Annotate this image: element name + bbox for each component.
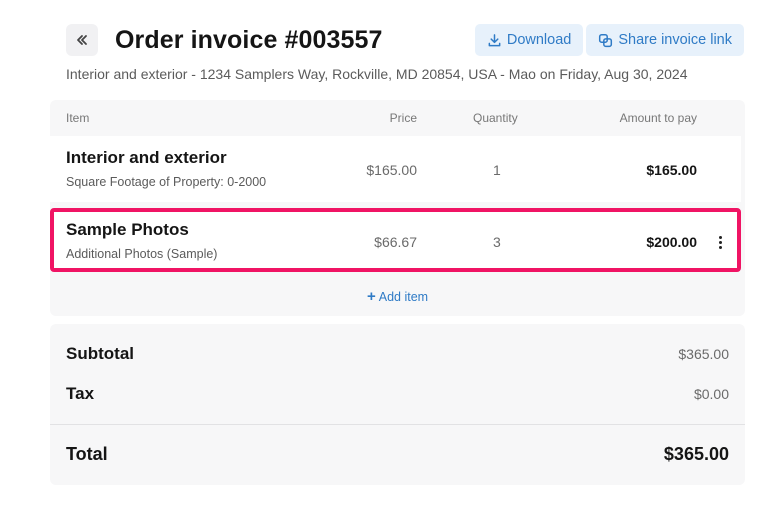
item-amount: $200.00 — [646, 234, 697, 250]
total-label: Total — [66, 444, 108, 464]
plus-icon: + — [367, 288, 376, 305]
share-invoice-link-label: Share invoice link — [618, 32, 732, 48]
tax-value: $0.00 — [693, 386, 729, 402]
download-button[interactable]: Download — [474, 24, 584, 56]
copy-link-icon — [599, 33, 613, 47]
item-description: Additional Photos (Sample) — [66, 247, 218, 261]
item-quantity: 1 — [493, 162, 501, 178]
column-header-item: Item — [66, 111, 90, 125]
header-actions: Download Share invoice link — [474, 24, 744, 56]
download-icon — [488, 33, 501, 46]
table-row[interactable]: Sample Photos Additional Photos (Sample)… — [50, 208, 741, 272]
add-item-button[interactable]: + Add item — [367, 289, 428, 304]
more-vertical-icon[interactable] — [717, 236, 723, 250]
column-header-price: Price — [389, 111, 417, 125]
download-label: Download — [506, 32, 572, 48]
page-title: Order invoice #003557 — [115, 25, 383, 54]
invoice-items-table: Item Price Quantity Amount to pay Interi… — [50, 100, 745, 316]
column-header-quantity: Quantity — [473, 111, 518, 125]
invoice-totals: Subtotal $365.00 Tax $0.00 Total $365.00 — [50, 324, 745, 485]
invoice-subtitle: Interior and exterior - 1234 Samplers Wa… — [66, 66, 688, 82]
double-chevron-left-icon — [77, 35, 87, 45]
column-header-amount: Amount to pay — [619, 111, 697, 125]
item-name: Interior and exterior — [66, 148, 227, 167]
tax-label: Tax — [66, 384, 95, 403]
item-price: $165.00 — [366, 162, 417, 178]
subtotal-value: $365.00 — [678, 346, 729, 362]
item-amount: $165.00 — [646, 162, 697, 178]
add-item-label: Add item — [378, 289, 429, 304]
item-price: $66.67 — [374, 234, 417, 250]
item-description: Square Footage of Property: 0-2000 — [66, 175, 267, 189]
page-header: Order invoice #003557 Download Share inv… — [66, 24, 744, 56]
item-name: Sample Photos — [66, 220, 189, 239]
share-invoice-link-button[interactable]: Share invoice link — [586, 24, 744, 56]
back-button[interactable] — [66, 24, 98, 56]
item-quantity: 3 — [493, 234, 501, 250]
divider — [50, 424, 745, 425]
table-row[interactable]: Interior and exterior Square Footage of … — [50, 136, 741, 202]
subtotal-label: Subtotal — [66, 344, 134, 363]
total-value: $365.00 — [663, 444, 729, 464]
